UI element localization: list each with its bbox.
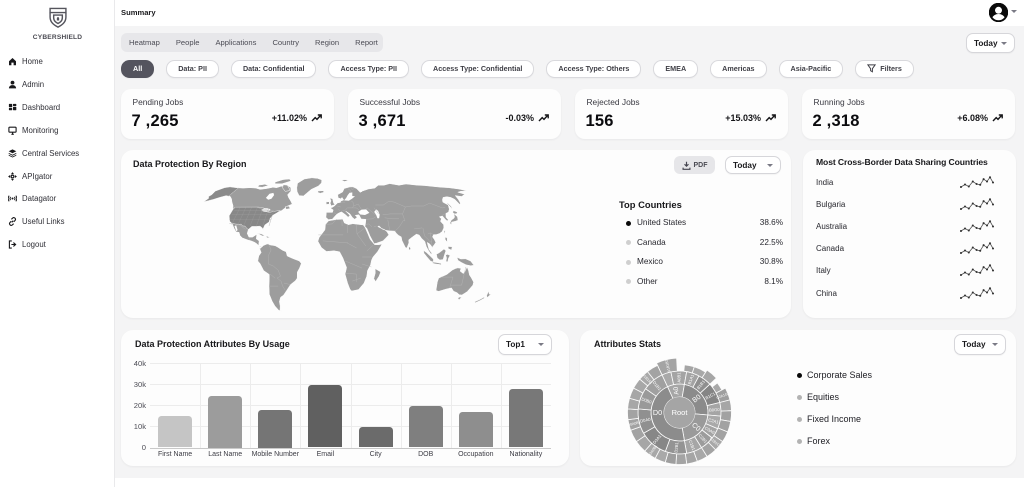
svg-text:D0: D0 [653, 408, 662, 417]
svg-text:D2B1: D2B1 [673, 441, 679, 453]
svg-text:A0: A0 [673, 386, 681, 395]
svg-text:A0B1: A0B1 [676, 372, 681, 383]
svg-text:B0G0: B0G0 [709, 407, 721, 413]
svg-text:Root: Root [672, 408, 689, 417]
